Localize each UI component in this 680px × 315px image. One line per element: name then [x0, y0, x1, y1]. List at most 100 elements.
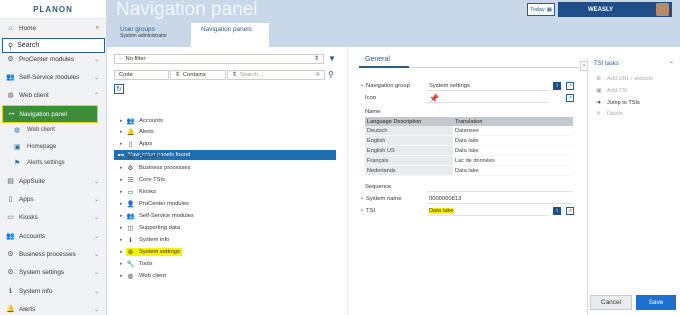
- tree-item-label: System settings: [139, 248, 180, 255]
- tree-item[interactable]: ▸ ☰ Core TSIs: [120, 175, 165, 184]
- gears-icon: ⚙: [7, 251, 14, 258]
- chevron-down-icon: ⌄: [93, 288, 99, 295]
- sidebar-item-accounts[interactable]: 👥 Accounts ⌄: [0, 230, 107, 242]
- list-icon: ☰: [127, 176, 134, 184]
- table-cell[interactable]: Data lake: [453, 136, 573, 145]
- table-row[interactable]: Nederlands Data lake: [365, 166, 573, 176]
- chevron-up-icon[interactable]: ⌃: [669, 61, 674, 68]
- icon-field[interactable]: 📌: [427, 94, 549, 103]
- sidebar-item-self-service[interactable]: 👥 Self-Service modules ⌄: [0, 71, 107, 83]
- info-button[interactable]: i: [553, 82, 561, 90]
- sidebar-item-label: Web client: [19, 91, 49, 99]
- globe-icon: ◍: [127, 272, 134, 280]
- sidebar-item-business-processes[interactable]: ⚙ Business processes ⌄: [0, 248, 107, 260]
- task-add-url[interactable]: ⊕ Add URL / website: [596, 75, 653, 83]
- sidebar-item-label: Kiosks: [19, 213, 38, 221]
- sidebar-item-alerts[interactable]: 🔔 Alerts ⌄: [0, 303, 107, 315]
- nav-group-field[interactable]: System settings: [427, 82, 549, 91]
- edit-icon[interactable]: ↗: [566, 82, 574, 90]
- filter-icon[interactable]: ▼: [328, 54, 336, 63]
- sidebar-sub-alerts[interactable]: ⚑ Alerts settings: [0, 157, 107, 169]
- tree-item-selected[interactable]: ▸ ⚙ System settings: [120, 247, 182, 256]
- sidebar-sub-homepage[interactable]: ▣ Homepage: [0, 141, 107, 153]
- column-header[interactable]: Translation: [453, 117, 573, 126]
- tree-item[interactable]: ▸ ◍ Web client: [120, 271, 166, 280]
- column-header[interactable]: Language Description: [365, 117, 453, 126]
- bell-icon: 🔔: [126, 128, 135, 136]
- table-cell[interactable]: Lac de données: [453, 156, 573, 165]
- tree-item-label: AppSuite: [139, 152, 163, 159]
- tree-item[interactable]: ▸ ▯ Apps: [120, 139, 152, 148]
- tree-item[interactable]: ▸ ℹ System info: [120, 235, 169, 244]
- cancel-button[interactable]: Cancel: [590, 295, 632, 310]
- search-input[interactable]: ⇕ Search... ⊗: [227, 70, 325, 80]
- tree-item[interactable]: ▸ ▭ Kiosks: [120, 187, 156, 196]
- save-button[interactable]: Save: [636, 295, 676, 310]
- tab-user-groups[interactable]: User groups System administrator: [110, 23, 184, 47]
- updown-icon: ⇕: [175, 72, 180, 78]
- table-row[interactable]: Français Lac de données: [365, 156, 573, 166]
- table-row[interactable]: English US Data lake: [365, 146, 573, 156]
- edit-icon[interactable]: ↗: [566, 94, 574, 102]
- task-label: Delete: [607, 110, 624, 117]
- sidebar-item-kiosks[interactable]: ▭ Kiosks ⌄: [0, 211, 107, 223]
- chevron-down-icon: ⌄: [93, 269, 99, 276]
- sequence-field[interactable]: [427, 183, 573, 192]
- tab-general[interactable]: General: [365, 56, 390, 63]
- today-label: Today: [530, 6, 545, 13]
- tsi-field[interactable]: Data lake: [427, 207, 549, 216]
- tree-item[interactable]: ▸ 🔧 Tools: [120, 259, 153, 268]
- tree-item-label: System info: [139, 236, 170, 243]
- sidebar-item-label: AppSuite: [19, 177, 45, 185]
- table-row[interactable]: Deutsch Datensee: [365, 126, 573, 136]
- edit-icon[interactable]: ↗: [566, 207, 574, 215]
- table-cell[interactable]: Datensee: [453, 126, 573, 135]
- tree-item[interactable]: ▸ 👤 ProCenter modules: [120, 199, 189, 208]
- task-jump-to-tsis[interactable]: ➜ Jump to TSIs: [596, 99, 640, 107]
- task-label: Add TSI: [607, 87, 628, 94]
- system-name-field[interactable]: 0000000813: [427, 195, 573, 204]
- today-button[interactable]: Today ▦: [527, 3, 555, 16]
- detail-form: General • Navigation group System setting…: [353, 47, 583, 315]
- translation-table: Language Description Translation Deutsch…: [365, 117, 573, 176]
- filter-select[interactable]: ○ No filter ⇕: [114, 54, 324, 64]
- sidebar-home[interactable]: ⌂ Home «: [0, 21, 107, 35]
- task-add-tsi[interactable]: ▣ Add TSI: [596, 87, 628, 95]
- sidebar-item-apps[interactable]: ▯ Apps ⌄: [0, 193, 107, 205]
- search-field-select[interactable]: Code: [114, 70, 169, 80]
- table-cell[interactable]: Data lake: [453, 166, 573, 175]
- search-icon[interactable]: ⚲: [328, 70, 334, 79]
- user-menu-button[interactable]: WEASLY: [558, 2, 672, 17]
- sidebar-search[interactable]: ⚲ Search: [2, 38, 105, 53]
- tree-item[interactable]: ▸ ◫ Supporting data: [120, 223, 180, 232]
- chevron-down-icon: ⌄: [93, 196, 99, 203]
- sidebar-item-label: Alerts: [19, 305, 36, 313]
- sidebar-item-web-client[interactable]: ◍ Web client ⌃: [0, 89, 107, 101]
- sidebar-item-procenter[interactable]: ⚙ ProCenter modules ⌄: [0, 54, 107, 64]
- tab-label: Navigation panels: [201, 26, 252, 33]
- sidebar-sub-web-client[interactable]: ◍ Web client: [0, 124, 107, 136]
- sidebar-item-system-settings[interactable]: ⚙ System settings ⌄: [0, 266, 107, 278]
- collapse-icon[interactable]: «: [96, 25, 99, 31]
- refresh-button[interactable]: ↻: [114, 84, 124, 94]
- table-row[interactable]: English Data lake: [365, 136, 573, 146]
- tree-item[interactable]: ▸ 👥 Self-Service modules: [120, 211, 194, 220]
- sidebar-item-system-info[interactable]: ℹ System info ⌄: [0, 285, 107, 297]
- tree-item[interactable]: ▸ ⚙ Business processes: [120, 163, 191, 172]
- sidebar-item-navigation-panel[interactable]: ↦ Navigation panel: [2, 105, 98, 123]
- planon-logo: PLANON: [0, 0, 106, 19]
- tree-item[interactable]: ▸ ▤ AppSuite: [120, 151, 163, 160]
- sidebar-item-appsuite[interactable]: ▤ AppSuite ⌄: [0, 175, 107, 187]
- document-icon: ▤: [7, 178, 14, 185]
- tree-item[interactable]: ▸ 🔔 Alerts: [120, 127, 154, 136]
- task-delete[interactable]: ✕ Delete: [596, 110, 624, 118]
- tree-item[interactable]: ▸ 👥 Accounts: [120, 116, 163, 125]
- clear-icon[interactable]: ⊗: [315, 72, 320, 78]
- info-button[interactable]: i: [553, 207, 561, 215]
- tab-navigation-panels[interactable]: Navigation panels: [191, 23, 269, 47]
- search-operator-select[interactable]: ⇕ Contains: [170, 70, 226, 80]
- person-icon: 👤: [126, 200, 135, 208]
- table-cell[interactable]: Data lake: [453, 146, 573, 155]
- chevron-down-icon: ⌄: [93, 251, 99, 258]
- splitter[interactable]: [346, 47, 349, 315]
